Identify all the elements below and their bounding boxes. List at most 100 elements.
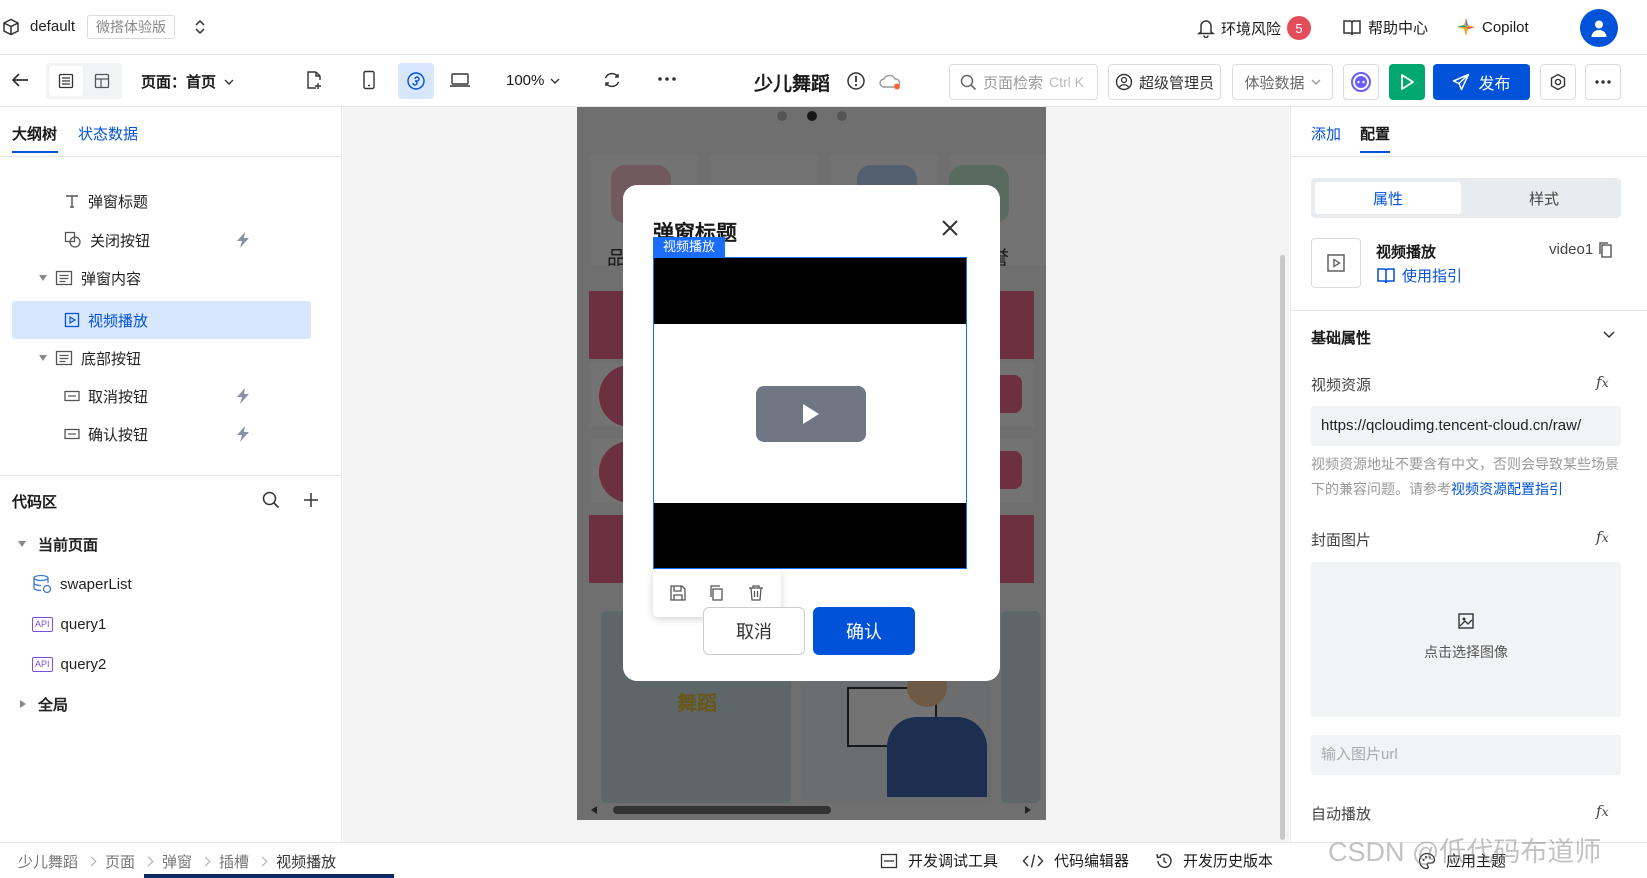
modal-cancel-button[interactable]: 取消 xyxy=(703,607,805,655)
seg-tab-style[interactable]: 样式 xyxy=(1471,182,1617,214)
more-icon[interactable] xyxy=(657,76,677,82)
plus-icon[interactable] xyxy=(303,492,319,508)
lightning-event-icon[interactable] xyxy=(235,425,251,443)
left-panel: 大纲树 状态数据 弹窗标题 关闭按钮 弹窗内容 视频播放 底部按钮 取消按钮 确… xyxy=(0,107,342,842)
expand-caret-icon[interactable] xyxy=(39,355,47,361)
code-item-query2[interactable]: API query2 xyxy=(0,645,342,683)
breadcrumb-item[interactable]: 插槽 xyxy=(219,851,249,872)
debug-panel-icon xyxy=(880,853,898,869)
section-basic-props: 基础属性 xyxy=(1311,330,1372,347)
tab-add[interactable]: 添加 xyxy=(1311,123,1341,144)
horizontal-scrollbar[interactable] xyxy=(591,804,1031,816)
help-center-label: 帮助中心 xyxy=(1368,20,1429,37)
expand-caret-icon[interactable] xyxy=(18,541,26,547)
pc-device-icon[interactable] xyxy=(449,72,471,88)
video-source-input[interactable]: https://qcloudimg.tencent-cloud.cn/raw/ xyxy=(1311,406,1621,446)
chevron-down-icon[interactable] xyxy=(1603,331,1615,339)
seg-tab-props[interactable]: 属性 xyxy=(1315,182,1461,214)
breadcrumb-item[interactable]: 页面 xyxy=(105,851,135,872)
tab-state-data[interactable]: 状态数据 xyxy=(78,123,138,144)
env-risk-button[interactable]: 环境风险 5 xyxy=(1197,16,1312,40)
data-source-select[interactable]: 体验数据 xyxy=(1232,64,1333,100)
switch-app-icon[interactable] xyxy=(194,18,206,36)
tree-item-close-button[interactable]: 关闭按钮 xyxy=(0,221,342,259)
more-icon xyxy=(1594,79,1612,85)
top-bar: default 微搭体验版 环境风险 5 帮助中心 Copilot xyxy=(0,0,1647,55)
search-icon[interactable] xyxy=(262,491,280,509)
hint-link[interactable]: 视频资源配置指引 xyxy=(1451,481,1563,497)
tab-outline-tree[interactable]: 大纲树 xyxy=(12,123,57,144)
tree-item-video[interactable]: 视频播放 xyxy=(0,301,342,339)
usage-guide-label: 使用指引 xyxy=(1402,268,1463,285)
miniprogram-device-icon[interactable] xyxy=(398,63,434,99)
chevron-right-icon xyxy=(200,856,211,867)
container-icon xyxy=(55,270,73,286)
usage-guide-link[interactable]: 使用指引 xyxy=(1376,265,1462,286)
code-editor-button[interactable]: 代码编辑器 xyxy=(1022,850,1129,871)
zoom-select[interactable]: 100% xyxy=(506,72,560,89)
canvas-scrollbar[interactable] xyxy=(1280,255,1285,840)
search-shortcut: Ctrl K xyxy=(1049,74,1085,90)
breadcrumb-item[interactable]: 视频播放 xyxy=(276,851,336,872)
code-group-global[interactable]: 全局 xyxy=(0,685,342,723)
copy-icon[interactable] xyxy=(708,584,726,602)
video-player[interactable] xyxy=(653,257,967,569)
preview-button[interactable] xyxy=(1389,64,1425,100)
gear-icon xyxy=(1549,73,1567,91)
collapse-caret-icon[interactable] xyxy=(20,700,26,708)
fx-binding-icon[interactable]: fx xyxy=(1596,373,1609,391)
expand-caret-icon[interactable] xyxy=(39,275,47,281)
delete-icon[interactable] xyxy=(747,584,765,602)
back-arrow-icon[interactable] xyxy=(10,71,30,89)
dev-tools-button[interactable]: 开发调试工具 xyxy=(880,850,998,871)
video-play-button[interactable] xyxy=(756,386,866,442)
cover-url-input[interactable]: 输入图片url xyxy=(1311,735,1621,775)
breadcrumb-item[interactable]: 少儿舞蹈 xyxy=(18,851,78,872)
code-item-query1[interactable]: API query1 xyxy=(0,605,342,643)
cloud-sync-icon[interactable] xyxy=(878,73,902,91)
help-center-button[interactable]: 帮助中心 xyxy=(1342,17,1428,38)
settings-button[interactable] xyxy=(1540,64,1576,100)
copilot-button[interactable]: Copilot xyxy=(1456,17,1529,37)
layout-view-icon[interactable] xyxy=(85,66,119,96)
button-icon xyxy=(64,389,80,403)
admin-role-label: 超级管理员 xyxy=(1138,74,1214,92)
tree-item-cancel-button[interactable]: 取消按钮 xyxy=(0,377,342,415)
scrollbar-thumb[interactable] xyxy=(613,806,831,814)
admin-role-button[interactable]: 超级管理员 xyxy=(1108,64,1221,100)
refresh-icon[interactable] xyxy=(602,70,622,90)
chevron-right-icon xyxy=(86,856,97,867)
modal-confirm-button[interactable]: 确认 xyxy=(813,607,915,655)
tree-item-label: 确认按钮 xyxy=(88,426,149,444)
ai-assistant-button[interactable] xyxy=(1343,64,1379,100)
save-icon[interactable] xyxy=(669,584,687,602)
breadcrumb-item[interactable]: 弹窗 xyxy=(162,851,192,872)
tree-item-modal-content[interactable]: 弹窗内容 xyxy=(0,259,342,297)
fx-binding-icon[interactable]: fx xyxy=(1596,802,1609,820)
lightning-event-icon[interactable] xyxy=(235,387,251,405)
page-view-icon[interactable] xyxy=(49,66,83,96)
close-icon[interactable] xyxy=(941,219,959,237)
tree-item-modal-title[interactable]: 弹窗标题 xyxy=(0,182,342,220)
code-item-swaperlist[interactable]: swaperList xyxy=(0,565,342,603)
user-avatar[interactable] xyxy=(1580,9,1618,47)
code-section-title: 代码区 xyxy=(12,494,58,511)
code-group-current-page[interactable]: 当前页面 xyxy=(0,525,342,563)
copy-icon[interactable] xyxy=(1598,241,1614,259)
tree-item-footer-buttons[interactable]: 底部按钮 xyxy=(0,339,342,377)
app-name[interactable]: default xyxy=(30,18,75,35)
fx-binding-icon[interactable]: fx xyxy=(1596,528,1609,546)
add-page-icon[interactable] xyxy=(305,70,323,90)
tree-item-confirm-button[interactable]: 确认按钮 xyxy=(0,415,342,453)
lightning-event-icon[interactable] xyxy=(235,231,251,249)
page-search-input[interactable]: 页面检索 Ctrl K xyxy=(949,64,1098,100)
tab-config[interactable]: 配置 xyxy=(1360,123,1390,144)
more-menu-button[interactable] xyxy=(1585,64,1621,100)
info-icon[interactable] xyxy=(846,71,866,91)
publish-button[interactable]: 发布 xyxy=(1433,64,1530,100)
cover-image-upload[interactable]: 点击选择图像 xyxy=(1311,562,1621,717)
button-icon xyxy=(64,427,80,441)
history-button[interactable]: 开发历史版本 xyxy=(1155,850,1273,871)
mobile-device-icon[interactable] xyxy=(362,70,376,90)
page-select[interactable]: 页面：首页 xyxy=(141,71,234,92)
